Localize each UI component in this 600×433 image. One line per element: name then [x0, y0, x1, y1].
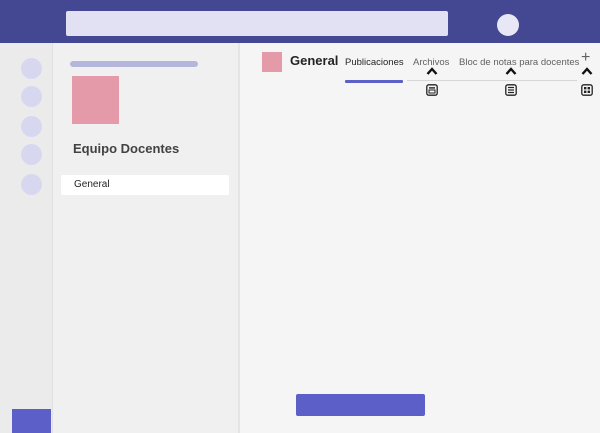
files-tab-icon — [426, 84, 438, 96]
team-name: Equipo Docentes — [73, 141, 180, 156]
add-tab-icon[interactable]: + — [581, 50, 590, 66]
team-avatar — [72, 76, 119, 124]
search-input[interactable] — [66, 11, 448, 36]
top-bar — [0, 0, 600, 43]
app-rail-item-activity[interactable] — [21, 58, 42, 79]
channel-avatar — [262, 52, 282, 72]
app-rail-bottom-button[interactable] — [12, 409, 51, 433]
tab-bloc-de-notas[interactable]: Bloc de notas para docentes — [459, 57, 579, 68]
channel-item-general[interactable]: General — [61, 175, 229, 195]
chevron-up-icon — [505, 67, 517, 75]
channel-item-label: General — [74, 179, 110, 190]
channel-title: General — [290, 53, 339, 68]
tab-publicaciones[interactable]: Publicaciones — [345, 57, 404, 68]
app-rail-item-chat[interactable] — [21, 86, 42, 107]
app-rail — [0, 43, 53, 433]
notebook-tab-icon — [505, 84, 517, 96]
active-tab-indicator — [345, 80, 403, 83]
app-rail-item-files[interactable] — [21, 174, 42, 195]
new-post-button[interactable] — [296, 394, 425, 416]
app-rail-item-teams[interactable] — [21, 116, 42, 137]
team-panel: Equipo Docentes General — [53, 43, 240, 433]
channel-main: General Publicaciones Archivos Bloc de n… — [240, 43, 600, 433]
app-rail-item-calendar[interactable] — [21, 144, 42, 165]
chevron-up-icon — [581, 67, 593, 75]
back-to-teams-link[interactable] — [70, 61, 198, 67]
app-tab-icon — [581, 84, 593, 96]
chevron-up-icon — [426, 67, 438, 75]
profile-avatar[interactable] — [497, 14, 519, 36]
tab-divider — [407, 80, 577, 81]
